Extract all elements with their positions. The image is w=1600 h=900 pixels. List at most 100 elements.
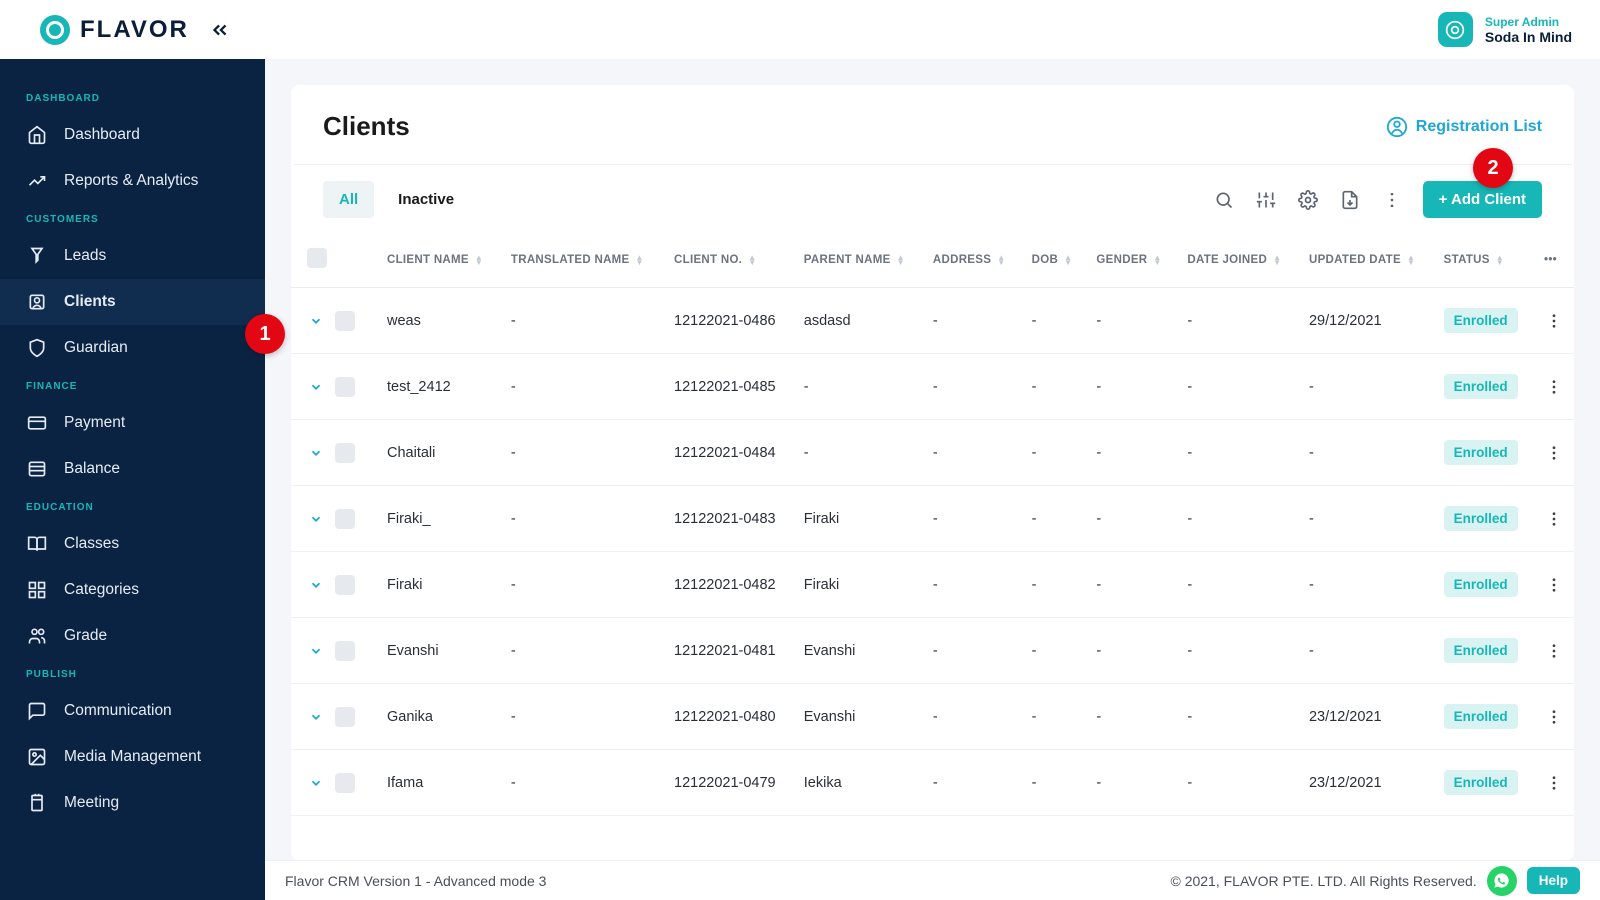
cell-dob: - [1022,750,1087,816]
help-button[interactable]: Help [1527,867,1580,894]
nav-item-label: Payment [64,414,125,432]
user-menu[interactable]: Super Admin Soda In Mind [1438,12,1572,47]
cell-client-name: Evanshi [377,618,501,684]
sidebar-item-payment[interactable]: Payment [0,400,265,446]
cell-address: - [923,618,1022,684]
col-header[interactable]: ADDRESS▲▼ [923,232,1022,288]
more-icon[interactable] [1381,189,1403,211]
row-actions-button[interactable] [1544,510,1564,528]
row-actions-button[interactable] [1544,576,1564,594]
row-actions-button[interactable] [1544,312,1564,330]
row-checkbox[interactable] [335,377,355,397]
expand-row-icon[interactable] [307,642,325,660]
search-icon[interactable] [1213,189,1235,211]
cell-client-name: test_2412 [377,354,501,420]
col-header[interactable]: CLIENT NAME▲▼ [377,232,501,288]
cell-gender: - [1086,420,1177,486]
cell-updated-date: - [1299,354,1434,420]
col-header[interactable]: DATE JOINED▲▼ [1177,232,1299,288]
footer-version: Flavor CRM Version 1 - Advanced mode 3 [285,873,546,889]
sidebar-item-media-management[interactable]: Media Management [0,734,265,780]
row-checkbox[interactable] [335,509,355,529]
table-row[interactable]: Firaki-12122021-0482Firaki-----Enrolled [291,552,1574,618]
sidebar-item-clients[interactable]: Clients [0,279,265,325]
cell-translated-name: - [501,354,664,420]
select-all-checkbox[interactable] [307,248,327,268]
expand-row-icon[interactable] [307,576,325,594]
cell-date-joined: - [1177,354,1299,420]
tab-inactive[interactable]: Inactive [382,181,470,218]
table-row[interactable]: Ifama-12122021-0479Iekika----23/12/2021E… [291,750,1574,816]
row-actions-button[interactable] [1544,708,1564,726]
nav-item-label: Media Management [64,748,201,766]
nav-item-label: Leads [64,247,106,265]
user-role: Super Admin [1485,15,1572,29]
table-row[interactable]: weas-12122021-0486asdasd----29/12/2021En… [291,288,1574,354]
sidebar-item-grade[interactable]: Grade [0,613,265,659]
sort-icon: ▲▼ [475,255,483,265]
cell-address: - [923,420,1022,486]
sidebar-collapse-button[interactable] [207,17,233,43]
col-header[interactable]: CLIENT NO.▲▼ [664,232,794,288]
expand-row-icon[interactable] [307,378,325,396]
registration-list-link[interactable]: Registration List [1386,116,1542,138]
table-row[interactable]: test_2412-12122021-0485------Enrolled [291,354,1574,420]
sliders-icon[interactable] [1255,189,1277,211]
add-client-button[interactable]: + Add Client [1423,181,1542,218]
row-checkbox[interactable] [335,773,355,793]
whatsapp-button[interactable] [1487,866,1517,896]
row-actions-button[interactable] [1544,774,1564,792]
cell-dob: - [1022,486,1087,552]
col-header[interactable]: TRANSLATED NAME▲▼ [501,232,664,288]
cell-status: Enrolled [1434,420,1534,486]
cell-client-no: 12122021-0479 [664,750,794,816]
col-header[interactable]: UPDATED DATE▲▼ [1299,232,1434,288]
expand-row-icon[interactable] [307,312,325,330]
whatsapp-icon [1493,872,1510,889]
col-header[interactable]: DOB▲▼ [1022,232,1087,288]
sidebar-item-classes[interactable]: Classes [0,521,265,567]
sidebar-item-balance[interactable]: Balance [0,446,265,492]
row-checkbox[interactable] [335,707,355,727]
col-label: CLIENT NO. [674,254,742,266]
row-checkbox[interactable] [335,575,355,595]
cell-address: - [923,750,1022,816]
cell-translated-name: - [501,486,664,552]
sidebar-item-communication[interactable]: Communication [0,688,265,734]
tab-all[interactable]: All [323,181,374,218]
status-badge: Enrolled [1444,374,1518,399]
col-header[interactable]: GENDER▲▼ [1086,232,1177,288]
expand-row-icon[interactable] [307,510,325,528]
footer-copyright: © 2021, FLAVOR PTE. LTD. All Rights Rese… [1170,873,1476,889]
col-header[interactable]: PARENT NAME▲▼ [794,232,923,288]
row-actions-button[interactable] [1544,444,1564,462]
registration-list-label: Registration List [1416,118,1542,136]
table-row[interactable]: Chaitali-12122021-0484------Enrolled [291,420,1574,486]
home-icon [26,124,48,146]
row-checkbox[interactable] [335,311,355,331]
sidebar-item-reports-analytics[interactable]: Reports & Analytics [0,158,265,204]
cell-date-joined: - [1177,552,1299,618]
export-icon[interactable] [1339,189,1361,211]
expand-row-icon[interactable] [307,708,325,726]
expand-row-icon[interactable] [307,774,325,792]
row-actions-button[interactable] [1544,378,1564,396]
table-row[interactable]: Ganika-12122021-0480Evanshi----23/12/202… [291,684,1574,750]
col-label: PARENT NAME [804,254,891,266]
table-row[interactable]: Firaki_-12122021-0483Firaki-----Enrolled [291,486,1574,552]
cell-status: Enrolled [1434,552,1534,618]
row-checkbox[interactable] [335,443,355,463]
table-row[interactable]: Evanshi-12122021-0481Evanshi-----Enrolle… [291,618,1574,684]
brand-logo[interactable]: FLAVOR [40,15,189,45]
sidebar-item-meeting[interactable]: Meeting [0,780,265,826]
user-name: Soda In Mind [1485,29,1572,45]
gear-icon[interactable] [1297,189,1319,211]
sidebar-item-categories[interactable]: Categories [0,567,265,613]
expand-row-icon[interactable] [307,444,325,462]
row-actions-button[interactable] [1544,642,1564,660]
col-header[interactable]: STATUS▲▼ [1434,232,1534,288]
sidebar-item-dashboard[interactable]: Dashboard [0,112,265,158]
sidebar-item-leads[interactable]: Leads [0,233,265,279]
row-checkbox[interactable] [335,641,355,661]
sidebar-item-guardian[interactable]: Guardian [0,325,265,371]
